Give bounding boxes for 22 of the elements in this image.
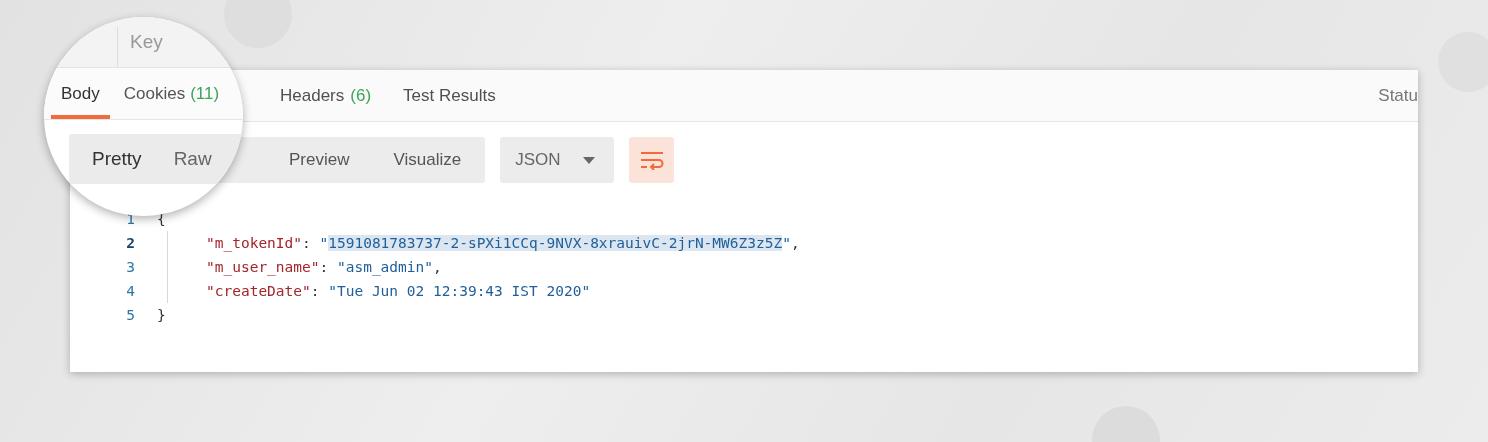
view-mode-tab[interactable]: Raw (173, 148, 212, 170)
response-tab[interactable]: Cookies (11) (113, 68, 230, 119)
line-number: 2 (125, 235, 135, 251)
column-header: Key (117, 27, 163, 67)
view-mode-tab[interactable]: Preview (289, 150, 350, 170)
line-number: 5 (125, 307, 135, 323)
wrap-icon (639, 150, 664, 170)
response-tab[interactable]: Test Results (403, 85, 496, 106)
view-mode-tab[interactable]: Pretty (92, 148, 142, 170)
view-mode-tab[interactable]: Visualize (393, 150, 462, 170)
code-line: } (157, 307, 166, 323)
response-tab[interactable]: Body (51, 68, 110, 119)
code-line: "m_user_name": "asm_admin", (205, 259, 442, 275)
format-dropdown[interactable]: JSON (500, 137, 615, 183)
caret-icon (582, 156, 595, 164)
wrap-lines-button[interactable] (629, 137, 675, 183)
code-line: "m_tokenId": "1591081783737-2-sPXi1CCq-9NVX-8xrauivC-2jrN-MW6Z3z5Z", (205, 235, 800, 251)
status-label: Statu (1378, 85, 1418, 106)
code-line: "createDate": "Tue Jun 02 12:39:43 IST 2020" (205, 283, 591, 299)
line-number: 4 (125, 283, 135, 299)
response-tab[interactable]: Headers (6) (280, 85, 372, 106)
line-number: 3 (125, 259, 135, 275)
